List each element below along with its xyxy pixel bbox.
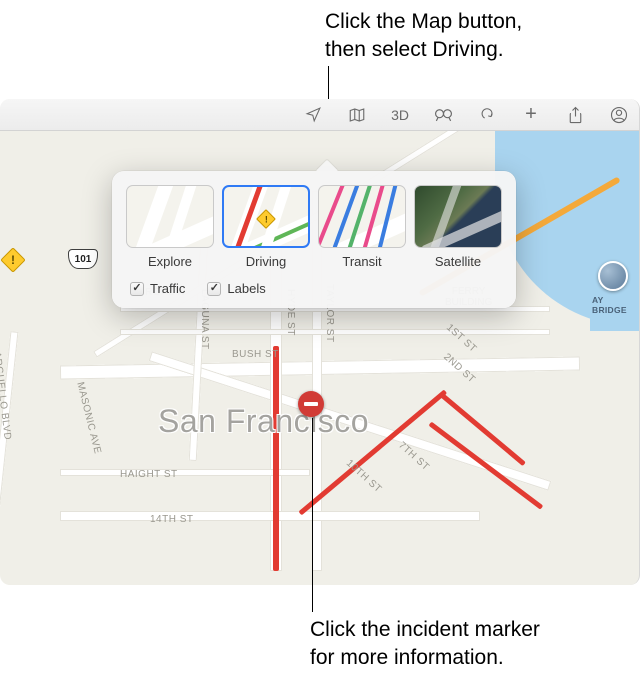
checkbox-icon xyxy=(207,282,221,296)
labels-checkbox[interactable]: Labels xyxy=(207,281,265,296)
street-bush: BUSH ST xyxy=(232,349,279,360)
hazard-icon[interactable]: ! xyxy=(0,247,25,272)
maps-window: 3D + xyxy=(0,99,640,585)
map-mode-explore-label: Explore xyxy=(126,254,214,269)
share-button[interactable] xyxy=(565,105,585,125)
highway-shield: 101 xyxy=(68,249,98,269)
three-d-button[interactable]: 3D xyxy=(391,105,409,125)
map-mode-driving[interactable]: ! Driving xyxy=(222,185,310,269)
leader-line-bottom xyxy=(312,418,313,612)
checkbox-icon xyxy=(130,282,144,296)
street-14th: 14TH ST xyxy=(150,514,194,525)
annotation-bottom: Click the incident marker for more infor… xyxy=(310,616,640,673)
street-haight: HAIGHT ST xyxy=(120,469,178,480)
labels-checkbox-label: Labels xyxy=(227,281,265,296)
look-around-button[interactable] xyxy=(433,105,453,125)
map-mode-row: Explore ! Driving xyxy=(126,185,502,269)
map-mode-satellite[interactable]: Satellite xyxy=(414,185,502,269)
account-button[interactable] xyxy=(609,105,629,125)
map-mode-popover: Explore ! Driving xyxy=(112,171,516,308)
map-mode-driving-label: Driving xyxy=(222,254,310,269)
map-mode-transit-label: Transit xyxy=(318,254,406,269)
street-10th: 10TH ST xyxy=(344,458,384,495)
map-button[interactable] xyxy=(347,105,367,125)
incident-marker[interactable] xyxy=(298,391,324,417)
add-button[interactable]: + xyxy=(521,105,541,125)
map-canvas[interactable]: ! 101 BROADW HYDE ST TAYLOR ST LAGUNA ST… xyxy=(0,131,639,585)
annotation-top: Click the Map button, then select Drivin… xyxy=(325,8,625,65)
street-masonic: MASONIC AVE xyxy=(74,381,102,455)
map-mode-transit[interactable]: Transit xyxy=(318,185,406,269)
bay-bridge-label: AY BRIDGE xyxy=(592,295,639,315)
map-mode-explore[interactable]: Explore xyxy=(126,185,214,269)
bay-bridge-badge[interactable] xyxy=(598,261,628,291)
city-label: San Francisco xyxy=(158,403,369,440)
maps-toolbar: 3D + xyxy=(0,99,639,131)
street-1st: 1ST ST xyxy=(444,322,479,355)
tracking-button[interactable] xyxy=(303,105,323,125)
traffic-checkbox[interactable]: Traffic xyxy=(130,281,185,296)
traffic-checkbox-label: Traffic xyxy=(150,281,185,296)
directions-button[interactable] xyxy=(477,105,497,125)
map-mode-satellite-label: Satellite xyxy=(414,254,502,269)
map-options-row: Traffic Labels xyxy=(126,281,502,296)
